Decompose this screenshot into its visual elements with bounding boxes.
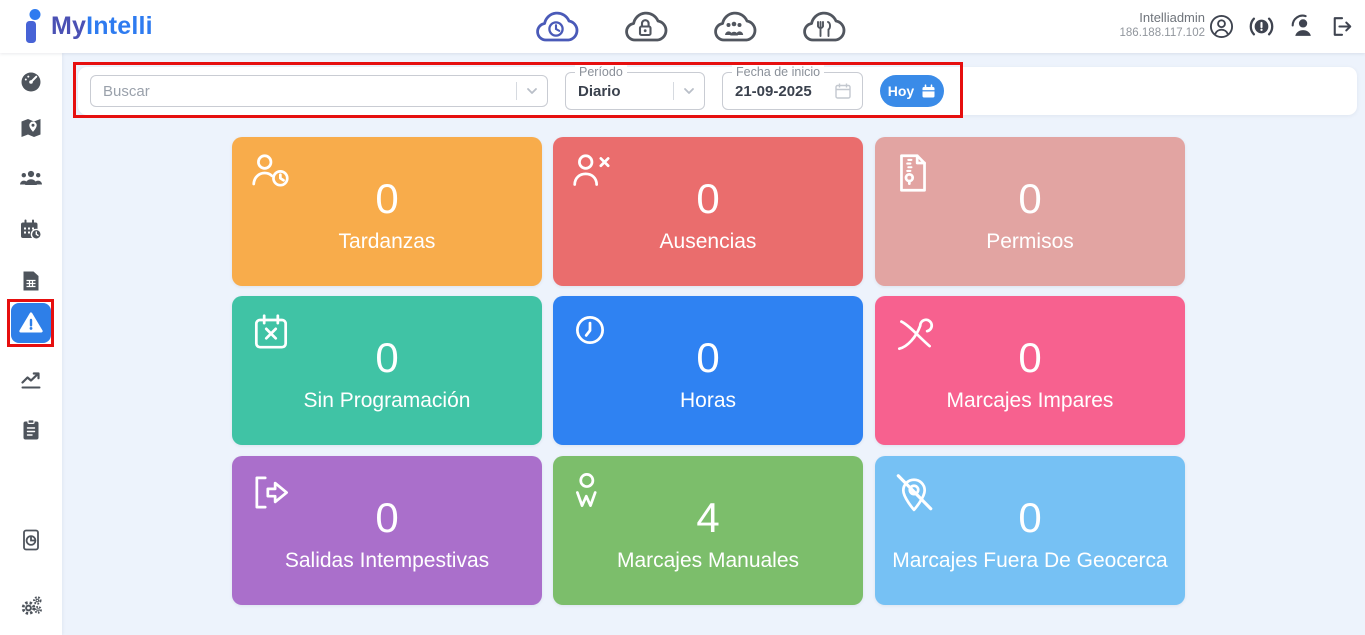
doc-pie-icon <box>19 528 43 552</box>
card-label: Permisos <box>875 229 1185 255</box>
module-nav <box>533 10 846 44</box>
card-value: 0 <box>875 334 1185 382</box>
sidebar-item-analytics[interactable] <box>19 368 43 392</box>
chevron-down-icon[interactable] <box>674 84 704 98</box>
sidebar-item-map[interactable] <box>19 116 43 140</box>
logout-icon[interactable] <box>1328 13 1355 40</box>
start-date-label: Fecha de inicio <box>732 65 824 79</box>
card-horas[interactable]: 0 Horas <box>553 296 863 445</box>
calendar-icon <box>921 84 936 99</box>
card-value: 0 <box>232 494 542 542</box>
start-date-field[interactable]: Fecha de inicio 21-09-2025 <box>722 72 863 110</box>
card-permisos[interactable]: 0 Permisos <box>875 137 1185 286</box>
sidebar <box>0 53 62 635</box>
card-value: 4 <box>553 494 863 542</box>
support-icon[interactable] <box>1288 13 1315 40</box>
cloud-food-icon[interactable] <box>800 10 846 44</box>
card-value: 0 <box>232 175 542 223</box>
card-sin-programacion[interactable]: 0 Sin Programación <box>232 296 542 445</box>
card-marcajes-impares[interactable]: 0 Marcajes Impares <box>875 296 1185 445</box>
card-label: Marcajes Manuales <box>553 548 863 574</box>
card-label: Salidas Intempestivas <box>232 548 542 574</box>
sidebar-item-schedule[interactable] <box>19 218 43 242</box>
map-pin-icon <box>19 116 43 140</box>
chevron-down-icon[interactable] <box>517 84 547 98</box>
card-ausencias[interactable]: 0 Ausencias <box>553 137 863 286</box>
sidebar-item-doc-reports[interactable] <box>19 528 43 552</box>
card-label: Sin Programación <box>232 388 542 414</box>
calendar-icon[interactable] <box>834 82 862 100</box>
dashboard-gauge-icon <box>19 70 43 94</box>
card-label: Horas <box>553 388 863 414</box>
myintelli-logo[interactable]: MyIntelli <box>24 9 153 43</box>
myintelli-logo-icon <box>24 9 44 43</box>
warning-triangle-icon <box>18 310 44 336</box>
user-name: Intelliadmin <box>1120 10 1205 26</box>
sidebar-item-tasks[interactable] <box>19 418 43 442</box>
today-button[interactable]: Hoy <box>880 75 944 107</box>
card-value: 0 <box>875 175 1185 223</box>
people-icon <box>19 166 43 190</box>
period-value: Diario <box>566 83 673 100</box>
card-label: Marcajes Fuera De Geocerca <box>875 548 1185 574</box>
card-label: Marcajes Impares <box>875 388 1185 414</box>
cloud-lock-icon[interactable] <box>622 10 668 44</box>
start-date-value: 21-09-2025 <box>723 83 834 100</box>
user-ip: 186.188.117.102 <box>1120 26 1205 41</box>
clipboard-list-icon <box>19 418 43 442</box>
cloud-people-icon[interactable] <box>711 10 757 44</box>
card-tardanzas[interactable]: 0 Tardanzas <box>232 137 542 286</box>
sidebar-item-settings[interactable] <box>19 593 43 617</box>
today-button-label: Hoy <box>888 83 914 99</box>
header-actions <box>1208 13 1355 40</box>
user-circle-icon[interactable] <box>1208 13 1235 40</box>
card-salidas-intempestivas[interactable]: 0 Salidas Intempestivas <box>232 456 542 605</box>
card-label: Tardanzas <box>232 229 542 255</box>
brand-intelli: Intelli <box>86 12 153 40</box>
settings-gears-icon <box>19 593 43 617</box>
cloud-clock-icon[interactable] <box>533 10 579 44</box>
card-label: Ausencias <box>553 229 863 255</box>
search-input[interactable] <box>91 83 516 100</box>
brand-my: My <box>51 12 86 40</box>
filter-bar: Período Diario Fecha de inicio 21-09-202… <box>78 67 1357 115</box>
card-value: 0 <box>553 334 863 382</box>
card-value: 0 <box>232 334 542 382</box>
card-value: 0 <box>553 175 863 223</box>
search-select[interactable] <box>90 75 548 107</box>
brand-text: MyIntelli <box>51 12 153 41</box>
sidebar-item-dashboard[interactable] <box>19 70 43 94</box>
period-select[interactable]: Período Diario <box>565 72 705 110</box>
user-info: Intelliadmin 186.188.117.102 <box>1120 10 1205 41</box>
report-table-icon <box>19 269 43 293</box>
card-value: 0 <box>875 494 1185 542</box>
card-marcajes-fuera-geocerca[interactable]: 0 Marcajes Fuera De Geocerca <box>875 456 1185 605</box>
sidebar-item-alerts[interactable] <box>11 303 51 343</box>
alert-icon[interactable] <box>1248 13 1275 40</box>
period-label: Período <box>575 65 627 79</box>
sidebar-item-people[interactable] <box>19 166 43 190</box>
calendar-clock-icon <box>19 218 43 242</box>
sidebar-item-reports[interactable] <box>19 269 43 293</box>
trend-chart-icon <box>19 368 43 392</box>
card-marcajes-manuales[interactable]: 4 Marcajes Manuales <box>553 456 863 605</box>
app-header: MyIntelli <box>0 0 1365 53</box>
